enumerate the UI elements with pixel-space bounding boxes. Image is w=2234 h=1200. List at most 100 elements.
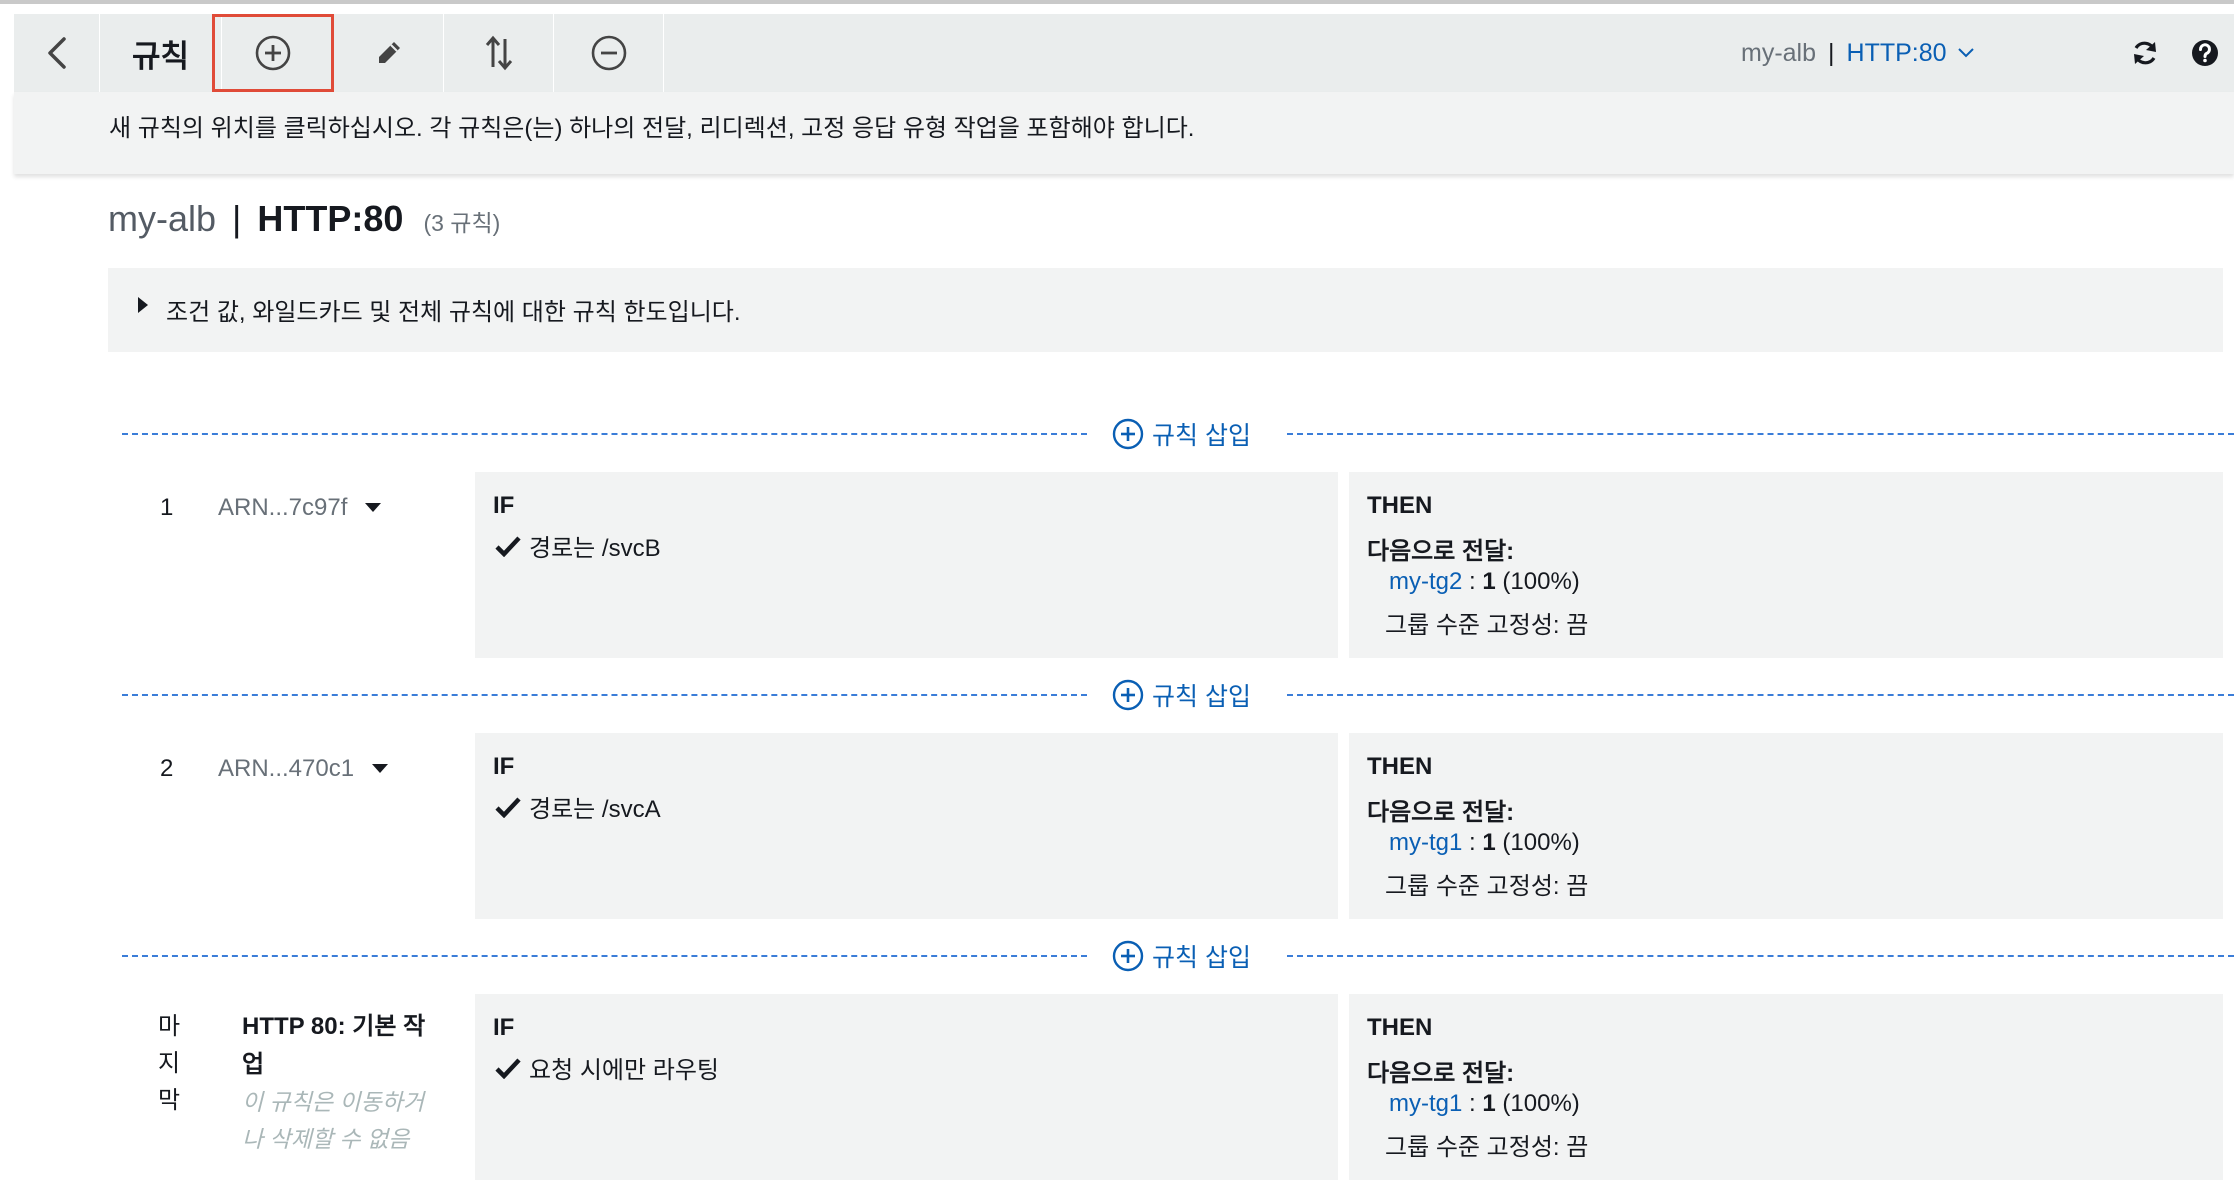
target-group-entry: my-tg2 : 1 (100%) xyxy=(1389,568,1580,596)
target-weight: 1 xyxy=(1482,829,1496,856)
dashed-divider xyxy=(1287,955,2234,957)
rule-actions-panel: THEN 다음으로 전달: my-tg1 : 1 (100%) 그룹 수준 고정… xyxy=(1349,994,2223,1180)
rule-priority: 1 xyxy=(160,494,174,521)
edit-rules-button[interactable] xyxy=(334,14,444,92)
insert-rule-row: 규칙 삽입 xyxy=(122,936,2234,976)
if-label: IF xyxy=(493,753,515,780)
rule-arn-dropdown[interactable]: ARN...470c1 xyxy=(218,755,389,783)
target-weight: 1 xyxy=(1482,1090,1496,1117)
target-percent: (100%) xyxy=(1502,568,1580,595)
priority-label-line: 마 xyxy=(158,1013,181,1040)
rule-conditions-panel: IF 경로는 /svcA xyxy=(475,733,1338,919)
rules-toolbar: 규칙 my-alb | HTTP:80 xyxy=(14,14,2234,93)
chevron-down-icon xyxy=(1957,48,1974,58)
weight-separator: : xyxy=(1462,829,1483,856)
plus-circle-icon xyxy=(255,35,290,71)
target-weight: 1 xyxy=(1482,568,1496,595)
dashed-divider xyxy=(1287,694,2234,696)
minus-circle-icon xyxy=(591,35,626,71)
plus-circle-icon xyxy=(1112,679,1144,711)
heading-divider: | xyxy=(232,198,242,239)
sort-arrows-icon xyxy=(485,35,512,71)
then-label: THEN xyxy=(1367,1014,1433,1041)
condition-text: 경로는 /svcB xyxy=(529,535,661,562)
toolbar-divider: | xyxy=(1828,38,1835,67)
listener-heading: my-alb | HTTP:80 (3 규칙) xyxy=(108,198,500,240)
page-title: 규칙 xyxy=(131,38,190,74)
add-rule-button[interactable] xyxy=(212,14,334,92)
insert-rule-label: 규칙 삽입 xyxy=(1152,422,1251,450)
insert-rule-row: 규칙 삽입 xyxy=(122,414,2234,454)
condition-item: 요청 시에만 라우팅 xyxy=(495,1050,719,1085)
checkmark-icon xyxy=(495,535,521,557)
default-rule-note: 이 규칙은 이동하거나 삭제할 수 없음 xyxy=(242,1089,425,1152)
target-group-link[interactable]: my-tg2 xyxy=(1389,568,1462,595)
toolbar-title-tab[interactable]: 규칙 xyxy=(100,14,222,92)
listener-name: HTTP:80 xyxy=(1846,38,1947,67)
instruction-banner: 새 규칙의 위치를 클릭하십시오. 각 규칙은(는) 하나의 전달, 리디렉션,… xyxy=(14,92,2234,174)
priority-label-line: 막 xyxy=(158,1087,181,1114)
rule-actions-panel: THEN 다음으로 전달: my-tg1 : 1 (100%) 그룹 수준 고정… xyxy=(1349,733,2223,919)
target-group-entry: my-tg1 : 1 (100%) xyxy=(1389,1090,1580,1118)
dashed-divider xyxy=(122,694,1087,696)
checkmark-icon xyxy=(495,796,521,818)
rule-arn: ARN...7c97f xyxy=(218,494,348,521)
insert-rule-row: 규칙 삽입 xyxy=(122,675,2234,715)
caret-down-icon xyxy=(372,764,389,773)
condition-item: 경로는 /svcA xyxy=(495,789,661,824)
target-percent: (100%) xyxy=(1502,829,1580,856)
dashed-divider xyxy=(122,433,1087,435)
listener-selector[interactable]: my-alb | HTTP:80 xyxy=(1741,14,1975,92)
back-button[interactable] xyxy=(14,14,100,92)
help-button[interactable] xyxy=(2180,14,2230,92)
condition-item: 경로는 /svcB xyxy=(495,528,661,563)
rule-limits-expander[interactable]: 조건 값, 와일드카드 및 전체 규칙에 대한 규칙 한도입니다. xyxy=(108,268,2223,352)
condition-text: 요청 시에만 라우팅 xyxy=(529,1057,719,1084)
stickiness-text: 그룹 수준 고정성: 끔 xyxy=(1385,873,1589,900)
rule-conditions-panel: IF 경로는 /svcB xyxy=(475,472,1338,658)
pencil-icon xyxy=(378,42,400,63)
question-circle-icon xyxy=(2192,40,2218,66)
plus-circle-icon xyxy=(1112,940,1144,972)
insert-rule-button[interactable]: 규칙 삽입 xyxy=(1112,938,1251,974)
target-group-link[interactable]: my-tg1 xyxy=(1389,1090,1462,1117)
stickiness-text: 그룹 수준 고정성: 끔 xyxy=(1385,612,1589,639)
insert-rule-button[interactable]: 규칙 삽입 xyxy=(1112,677,1251,713)
rule-limits-text: 조건 값, 와일드카드 및 전체 규칙에 대한 규칙 한도입니다. xyxy=(166,299,741,326)
window-top-border xyxy=(0,0,2234,4)
stickiness-text: 그룹 수준 고정성: 끔 xyxy=(1385,1134,1589,1161)
caret-down-icon xyxy=(365,503,382,512)
priority-label-line: 지 xyxy=(158,1050,181,1077)
default-rule-row: 마 지 막 HTTP 80: 기본 작업 이 규칙은 이동하거나 삭제할 수 없… xyxy=(108,994,2223,1180)
heading-lb-name: my-alb xyxy=(108,198,217,239)
default-rule-priority: 마 지 막 xyxy=(158,1008,188,1119)
refresh-button[interactable] xyxy=(2120,14,2170,92)
if-label: IF xyxy=(493,492,515,519)
target-group-link[interactable]: my-tg1 xyxy=(1389,829,1462,856)
rule-row-1: 1 ARN...7c97f IF 경로는 /svcB THEN 다음으로 전달:… xyxy=(108,472,2223,658)
instruction-text: 새 규칙의 위치를 클릭하십시오. 각 규칙은(는) 하나의 전달, 리디렉션,… xyxy=(109,115,1195,142)
rule-arn-dropdown[interactable]: ARN...7c97f xyxy=(218,494,382,522)
target-group-entry: my-tg1 : 1 (100%) xyxy=(1389,829,1580,857)
insert-rule-button[interactable]: 규칙 삽입 xyxy=(1112,416,1251,452)
caret-right-icon xyxy=(138,297,148,313)
rule-row-2: 2 ARN...470c1 IF 경로는 /svcA THEN 다음으로 전달:… xyxy=(108,733,2223,919)
delete-rules-button[interactable] xyxy=(554,14,664,92)
rule-actions-panel: THEN 다음으로 전달: my-tg2 : 1 (100%) 그룹 수준 고정… xyxy=(1349,472,2223,658)
then-label: THEN xyxy=(1367,753,1433,780)
target-percent: (100%) xyxy=(1502,1090,1580,1117)
rule-priority: 2 xyxy=(160,755,174,782)
dashed-divider xyxy=(1287,433,2234,435)
weight-separator: : xyxy=(1462,568,1483,595)
if-label: IF xyxy=(493,1014,515,1041)
weight-separator: : xyxy=(1462,1090,1483,1117)
action-type: 다음으로 전달: xyxy=(1367,538,1515,565)
reorder-rules-button[interactable] xyxy=(444,14,554,92)
condition-text: 경로는 /svcA xyxy=(529,796,661,823)
heading-listener: HTTP:80 xyxy=(257,198,404,239)
insert-rule-label: 규칙 삽입 xyxy=(1152,944,1251,972)
default-rule-title: HTTP 80: 기본 작업 xyxy=(242,1013,426,1078)
then-label: THEN xyxy=(1367,492,1433,519)
action-type: 다음으로 전달: xyxy=(1367,799,1515,826)
plus-circle-icon xyxy=(1112,418,1144,450)
